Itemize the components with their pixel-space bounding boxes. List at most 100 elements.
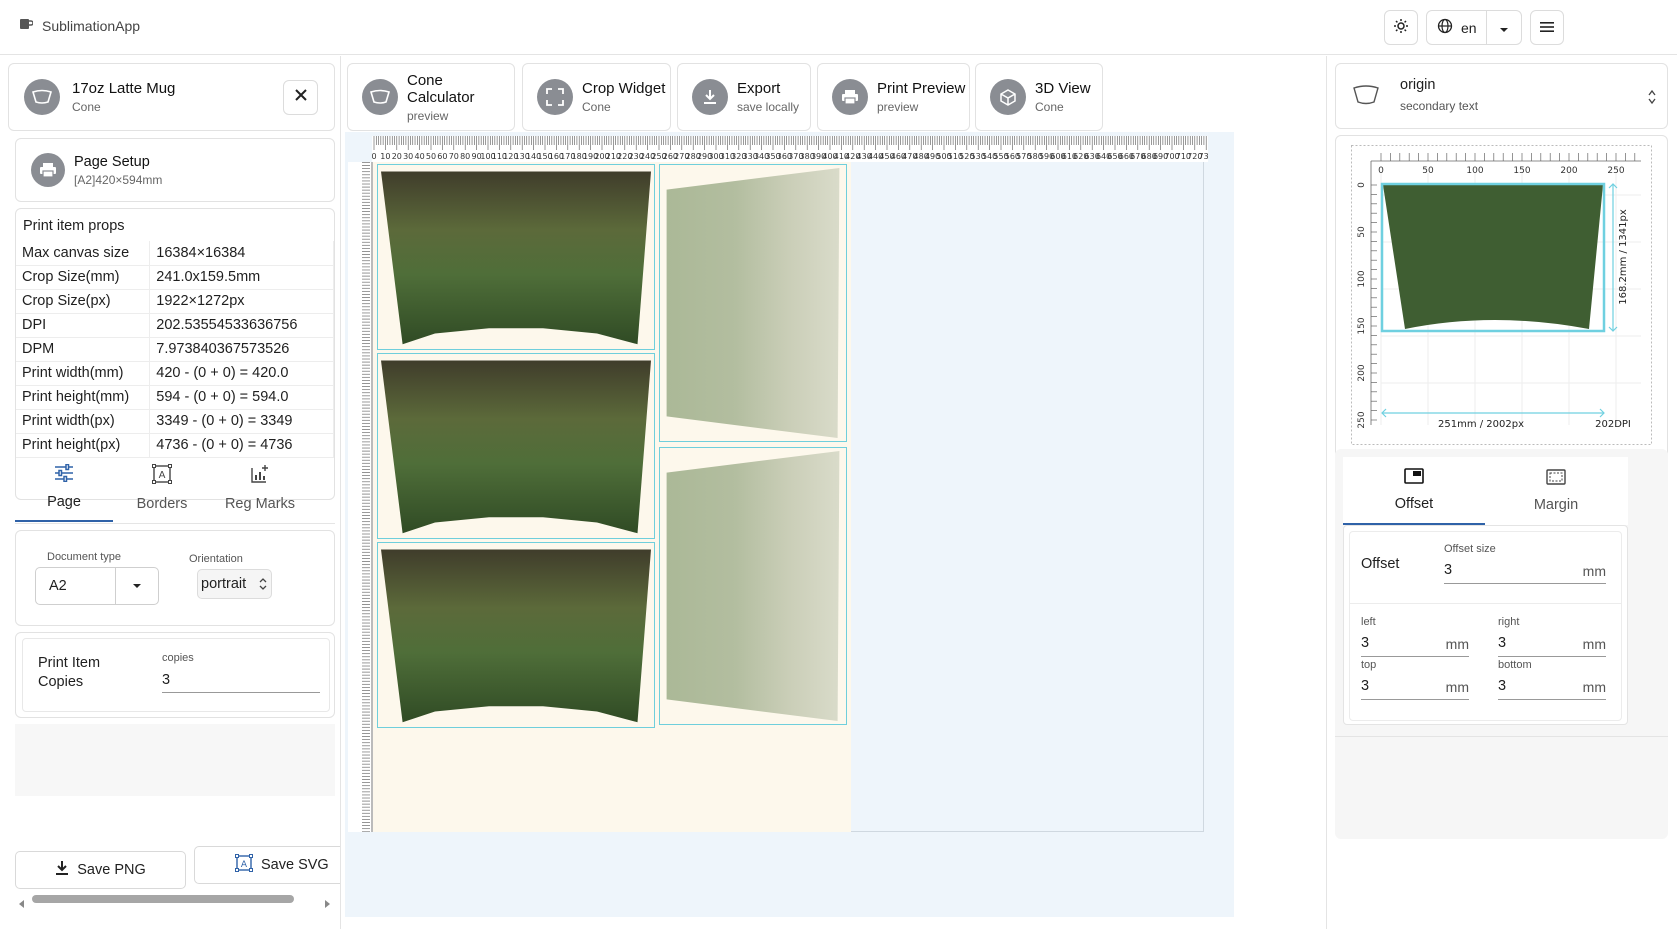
tool-row: Cone Calculator preview Crop Widget Cone E… <box>341 56 1326 136</box>
language-value: en <box>1461 19 1477 36</box>
cone-cup-icon <box>24 79 60 115</box>
offset-left-label: left <box>1361 616 1376 628</box>
tab-margin-label: Margin <box>1533 497 1579 513</box>
tab-reg-marks[interactable]: Reg Marks <box>211 454 309 522</box>
crop-image <box>1383 185 1603 329</box>
offset-bottom-input[interactable]: 3 mm <box>1498 674 1606 700</box>
language-select[interactable]: en <box>1426 10 1522 45</box>
y-tick-label: 50 <box>1357 226 1367 238</box>
print-item[interactable] <box>377 353 655 539</box>
tool-title: Print Preview <box>877 80 966 97</box>
ruler-label: 50 <box>426 152 436 161</box>
y-tick-label: 200 <box>1357 364 1367 381</box>
document-type-value: A2 <box>49 578 67 594</box>
offset-size-unit: mm <box>1582 563 1606 579</box>
print-preview-button[interactable]: Print Preview preview <box>817 63 970 131</box>
tab-borders-label: Borders <box>136 496 188 512</box>
frame-text-icon: A <box>152 464 172 488</box>
save-svg-button[interactable]: A Save SVG <box>194 846 340 884</box>
offset-size-label: Offset size <box>1444 543 1496 555</box>
page-setup-card[interactable]: Page Setup [A2]420×594mm <box>15 138 335 202</box>
dog-photo <box>381 549 651 723</box>
print-item[interactable] <box>659 447 847 725</box>
ruler-label: 70 <box>449 152 459 161</box>
copies-field-label: copies <box>162 652 194 664</box>
offset-left-input[interactable]: 3 mm <box>1361 631 1469 657</box>
tool-subtitle: preview <box>877 100 919 114</box>
crop-widget-button[interactable]: Crop Widget Cone <box>522 63 671 131</box>
offset-left-value: 3 <box>1361 635 1370 651</box>
scroll-thumb[interactable] <box>32 895 294 903</box>
tab-page[interactable]: Page <box>15 454 113 522</box>
print-page <box>373 162 851 832</box>
origin-subtitle: secondary text <box>1400 99 1479 113</box>
offset-left-unit: mm <box>1445 636 1469 652</box>
dog-photo <box>381 360 651 534</box>
svg-frame-icon: A <box>235 854 253 876</box>
center-panel: Cone Calculator preview Crop Widget Cone E… <box>341 56 1326 929</box>
cone-calculator-button[interactable]: Cone Calculator preview <box>347 63 515 131</box>
print-item[interactable] <box>377 164 655 350</box>
print-item[interactable] <box>377 542 655 728</box>
ruler-label: 60 <box>437 152 447 161</box>
props-value: 594 - (0 + 0) = 594.0 <box>149 385 334 410</box>
copies-input[interactable]: 3 <box>162 667 320 693</box>
copies-value: 3 <box>162 672 171 688</box>
product-title: 17oz Latte Mug <box>72 80 176 97</box>
offset-bottom-unit: mm <box>1582 679 1606 695</box>
scroll-right-icon <box>325 895 331 913</box>
horizontal-scrollbar[interactable] <box>15 892 335 908</box>
tool-title: Export <box>737 80 781 97</box>
y-tick-label: 0 <box>1357 182 1367 188</box>
svg-text:A: A <box>241 860 248 870</box>
left-empty-area <box>15 724 335 796</box>
offset-size-input[interactable]: 3 mm <box>1444 558 1606 584</box>
ruler-label: 30 <box>403 152 413 161</box>
left-ruler <box>348 162 373 832</box>
origin-select[interactable]: origin secondary text <box>1335 63 1668 129</box>
canvas-viewport[interactable]: 0 10 20 30 40 50 60 70 80 90 100 110 120 130 140 150 160… <box>345 132 1234 917</box>
props-key: Crop Size(mm) <box>16 265 151 290</box>
export-button[interactable]: Export save locally <box>677 63 811 131</box>
menu-button[interactable] <box>1530 10 1564 45</box>
offset-top-value: 3 <box>1361 678 1370 694</box>
globe-icon <box>1437 18 1453 37</box>
props-value: 7.973840367573526 <box>149 337 334 362</box>
offset-top-input[interactable]: 3 mm <box>1361 674 1469 700</box>
tab-offset-label: Offset <box>1394 496 1434 512</box>
ruler-label: 40 <box>415 152 425 161</box>
chart-plus-icon <box>250 464 270 488</box>
props-table: Max canvas size 16384×16384 Crop Size(mm) 2… <box>16 241 334 458</box>
document-type-select[interactable]: A2 <box>35 567 159 605</box>
y-tick-label: 250 <box>1357 411 1367 428</box>
crop-preview-chart: 0 50 100 150 200 250 0 50 100 150 200 25… <box>1351 145 1652 445</box>
props-key: Max canvas size <box>16 241 151 266</box>
x-tick-label: 0 <box>1378 166 1384 176</box>
3d-view-button[interactable]: 3D View Cone <box>975 63 1103 131</box>
tab-margin[interactable]: Margin <box>1485 457 1627 525</box>
offset-right-input[interactable]: 3 mm <box>1498 631 1606 657</box>
x-tick-label: 100 <box>1466 166 1483 176</box>
sliders-icon <box>54 463 74 486</box>
close-button[interactable] <box>283 80 318 115</box>
orientation-select[interactable]: portrait <box>197 569 272 599</box>
tab-offset[interactable]: Offset <box>1343 457 1485 525</box>
tool-subtitle: preview <box>407 108 449 123</box>
theme-toggle-button[interactable] <box>1384 10 1418 45</box>
margin-frame-icon <box>1546 469 1566 489</box>
save-png-button[interactable]: Save PNG <box>15 851 186 889</box>
tool-subtitle: Cone <box>1035 100 1064 114</box>
props-key: Crop Size(px) <box>16 289 151 314</box>
props-key: Print height(mm) <box>16 385 151 410</box>
download-icon <box>692 79 728 115</box>
y-tick-label: 100 <box>1357 270 1367 287</box>
props-row: DPM 7.973840367573526 <box>16 337 334 362</box>
offset-bottom-value: 3 <box>1498 678 1507 694</box>
app-title: SublimationApp <box>42 17 141 34</box>
props-key: Print width(px) <box>16 409 151 434</box>
scroll-left-icon <box>19 895 25 913</box>
top-app-bar: SublimationApp en <box>0 0 1677 55</box>
offset-right-unit: mm <box>1582 636 1606 652</box>
print-item[interactable] <box>659 164 847 442</box>
tab-borders[interactable]: A Borders <box>113 454 211 522</box>
